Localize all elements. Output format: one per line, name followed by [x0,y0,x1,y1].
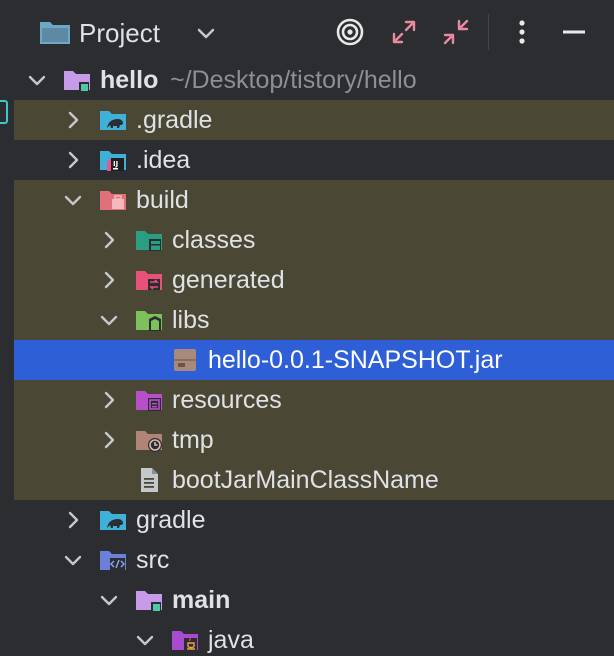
chevron-down-icon[interactable] [98,309,120,331]
tool-strip-indicator[interactable] [0,100,8,124]
tree-item-label: bootJarMainClassName [172,466,439,494]
tree-item-label: .gradle [136,106,213,134]
project-title[interactable]: Project [79,16,160,50]
target-icon[interactable] [334,16,366,48]
text-file-icon [134,465,164,495]
tree-item-label: java [208,626,254,654]
gradle-folder-icon [98,105,128,135]
chevron-right-icon[interactable] [98,229,120,251]
tree-item-label: hello [100,66,159,94]
chevron-right-icon[interactable] [98,389,120,411]
tree-row[interactable]: IJ .idea [14,140,614,180]
tree-row[interactable]: classes [14,220,614,260]
src-folder-icon [98,545,128,575]
project-header: Project [14,0,614,64]
tree-item-label: generated [172,266,285,294]
chevron-down-icon[interactable] [62,549,84,571]
chevron-right-icon[interactable] [62,509,84,531]
tree-item-label: build [136,186,189,214]
chevron-down-icon[interactable] [192,20,220,48]
svg-text:IJ: IJ [113,160,118,168]
chevron-down-icon[interactable] [134,629,156,651]
tree-row[interactable]: java [14,620,614,656]
module-folder-icon [62,65,92,95]
tree-item-label: classes [172,226,256,254]
chevron-right-icon[interactable] [62,149,84,171]
chevron-right-icon[interactable] [62,109,84,131]
hide-icon[interactable] [558,16,590,48]
tree-row[interactable]: hello ~/Desktop/tistory/hello [14,60,614,100]
project-tree: hello ~/Desktop/tistory/hello .gradle IJ .id… [14,60,614,656]
tree-row[interactable]: libs [14,300,614,340]
more-icon[interactable] [506,16,538,48]
resources-folder-icon [134,385,164,415]
tree-item-label: main [172,586,231,614]
chevron-down-icon[interactable] [26,69,48,91]
tree-item-label: .idea [136,146,191,174]
tree-row[interactable]: main [14,580,614,620]
left-tool-strip [0,0,15,656]
tree-row[interactable]: gradle [14,500,614,540]
chevron-down-icon[interactable] [62,189,84,211]
collapse-icon[interactable] [440,16,472,48]
project-folder-icon [38,17,72,52]
generated-folder-icon [134,265,164,295]
tree-row[interactable]: build [14,180,614,220]
chevron-right-icon[interactable] [98,269,120,291]
jar-file-icon [170,345,200,375]
project-tool-window: Project hello ~/Desktop/tistory/hello .g… [0,0,614,656]
chevron-right-icon[interactable] [98,429,120,451]
tree-row[interactable]: src [14,540,614,580]
libs-folder-icon [134,305,164,335]
tree-item-label: gradle [136,506,206,534]
tmp-folder-icon [134,425,164,455]
tree-item-path: ~/Desktop/tistory/hello [170,66,417,94]
classes-folder-icon [134,225,164,255]
tree-row[interactable]: .gradle [14,100,614,140]
tree-item-label: libs [172,306,210,334]
expand-icon[interactable] [388,16,420,48]
tree-item-label: src [136,546,170,574]
tree-row[interactable]: resources [14,380,614,420]
chevron-down-icon[interactable] [98,589,120,611]
tree-row[interactable]: hello-0.0.1-SNAPSHOT.jar [14,340,614,380]
tree-row[interactable]: generated [14,260,614,300]
idea-folder-icon: IJ [98,145,128,175]
tree-row[interactable]: bootJarMainClassName [14,460,614,500]
java-source-folder-icon [170,625,200,655]
build-folder-icon [98,185,128,215]
header-separator [488,14,489,50]
tree-item-label: resources [172,386,282,414]
module-folder-icon [134,585,164,615]
tree-item-label: hello-0.0.1-SNAPSHOT.jar [208,346,503,374]
tree-item-label: tmp [172,426,214,454]
tree-row[interactable]: tmp [14,420,614,460]
gradle-folder-icon [98,505,128,535]
